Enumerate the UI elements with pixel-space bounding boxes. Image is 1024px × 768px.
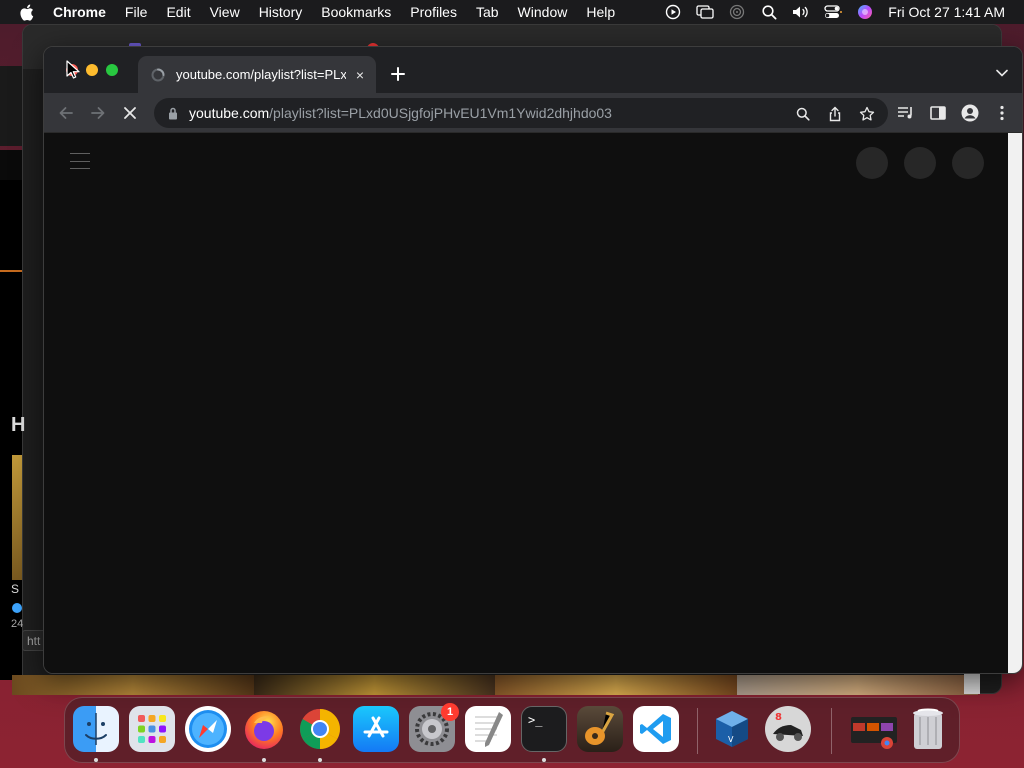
tab-strip: youtube.com/playlist?list=PLxd0USjgfojPH… — [44, 47, 1022, 93]
page-scrollbar[interactable] — [1008, 133, 1022, 673]
hamburger-line — [70, 168, 90, 169]
share-icon[interactable] — [826, 105, 844, 123]
garageband-icon[interactable] — [577, 706, 623, 752]
background-progress-line — [0, 270, 22, 272]
menu-app-name[interactable]: Chrome — [53, 0, 106, 24]
address-bar-url[interactable]: youtube.com/playlist?list=PLxd0USjgfojPH… — [189, 105, 612, 121]
menu-tab[interactable]: Tab — [476, 0, 499, 24]
new-tab-button[interactable] — [386, 62, 410, 86]
control-center-icon[interactable] — [824, 4, 843, 20]
dock-divider — [831, 708, 832, 754]
window-minimize-button[interactable] — [86, 64, 98, 76]
textedit-icon[interactable] — [465, 706, 511, 752]
dock: 1 >_ V 8 — [64, 697, 960, 763]
window-maximize-button[interactable] — [106, 64, 118, 76]
menu-history[interactable]: History — [259, 0, 303, 24]
apple-menu-icon[interactable] — [16, 0, 36, 24]
forward-button[interactable] — [86, 101, 110, 125]
toolbar: youtube.com/playlist?list=PLxd0USjgfojPH… — [44, 93, 1022, 133]
guide-menu-icon[interactable] — [70, 153, 90, 169]
page-content[interactable] — [44, 133, 1010, 673]
mouse-cursor-icon — [66, 60, 80, 80]
chrome-icon[interactable] — [297, 706, 343, 752]
skeleton-button-placeholder — [904, 147, 936, 179]
hamburger-line — [70, 160, 90, 162]
menu-profiles[interactable]: Profiles — [410, 0, 457, 24]
profile-avatar-icon[interactable] — [958, 101, 982, 125]
running-indicator — [94, 758, 98, 762]
background-thumbnail — [736, 675, 978, 695]
menu-edit[interactable]: Edit — [166, 0, 190, 24]
screens-icon[interactable] — [696, 4, 714, 20]
bookmark-star-icon[interactable] — [858, 105, 876, 123]
search-icon[interactable] — [794, 105, 812, 123]
tab-youtube-playlist[interactable]: youtube.com/playlist?list=PLxd0USjgfojPH… — [138, 56, 376, 93]
address-bar[interactable]: youtube.com/playlist?list=PLxd0USjgfojPH… — [154, 98, 888, 128]
menu-bookmarks[interactable]: Bookmarks — [321, 0, 391, 24]
trash-icon[interactable] — [905, 706, 951, 752]
search-icon[interactable] — [760, 4, 778, 20]
menubar-clock[interactable]: Fri Oct 27 1:41 AM — [888, 4, 1005, 20]
background-scrollbar — [964, 672, 980, 694]
menu-view[interactable]: View — [210, 0, 240, 24]
hamburger-line — [70, 153, 90, 154]
menu-window[interactable]: Window — [518, 0, 568, 24]
loading-spinner-icon — [150, 67, 166, 83]
stop-loading-button[interactable] — [118, 101, 142, 125]
vscode-icon[interactable] — [633, 706, 679, 752]
menubar: Chrome File Edit View History Bookmarks … — [0, 0, 1024, 24]
svg-text:8: 8 — [775, 712, 782, 723]
media-controls-icon[interactable] — [894, 101, 918, 125]
racing-game-icon[interactable]: 8 — [765, 706, 811, 752]
background-title-fragment: S — [11, 582, 20, 596]
background-thumbnail-fragment — [12, 455, 22, 580]
airdrop-icon[interactable] — [728, 4, 746, 20]
background-thumbnail — [495, 675, 737, 695]
app-store-icon[interactable] — [353, 706, 399, 752]
finder-icon[interactable] — [73, 706, 119, 752]
background-thumbnail — [253, 675, 495, 695]
running-indicator — [318, 758, 322, 762]
safari-icon[interactable] — [185, 706, 231, 752]
terminal-icon[interactable]: >_ — [521, 706, 567, 752]
background-window-edge — [0, 150, 22, 180]
virtualbox-icon[interactable]: V — [709, 706, 755, 752]
menu-help[interactable]: Help — [586, 0, 615, 24]
running-indicator — [542, 758, 546, 762]
terminal-prompt: >_ — [528, 713, 543, 727]
skeleton-button-placeholder — [856, 147, 888, 179]
skeleton-avatar-placeholder — [952, 147, 984, 179]
chrome-window[interactable]: youtube.com/playlist?list=PLxd0USjgfojPH… — [43, 46, 1023, 674]
background-thumbnail-row — [12, 675, 978, 695]
svg-text:V: V — [728, 735, 734, 744]
more-menu-icon[interactable] — [990, 101, 1014, 125]
tab-title: youtube.com/playlist?list=PLxd0USjgfojPH… — [176, 67, 346, 82]
menu-file[interactable]: File — [125, 0, 148, 24]
url-path: /playlist?list=PLxd0USjgfojPHvEU1Vm1Ywid… — [269, 105, 612, 121]
screen-record-icon[interactable] — [664, 4, 682, 20]
background-window-edge — [0, 66, 22, 146]
siri-icon[interactable] — [856, 4, 874, 20]
running-indicator — [262, 758, 266, 762]
tab-search-chevron-icon[interactable] — [992, 63, 1012, 83]
side-panel-icon[interactable] — [926, 101, 950, 125]
background-meta-fragment: 24 — [11, 618, 24, 630]
verified-badge-icon — [12, 603, 22, 613]
background-heading-fragment: H — [11, 414, 26, 436]
tab-close-icon[interactable]: × — [352, 67, 368, 83]
volume-icon[interactable] — [792, 4, 810, 20]
notification-badge: 1 — [441, 703, 459, 721]
dock-divider — [697, 708, 698, 754]
firefox-icon[interactable] — [241, 706, 287, 752]
lock-icon[interactable] — [166, 106, 180, 120]
launchpad-icon[interactable] — [129, 706, 175, 752]
url-host: youtube.com — [189, 105, 270, 121]
minimized-window-preview[interactable] — [849, 706, 899, 752]
back-button[interactable] — [54, 101, 78, 125]
background-thumbnail — [12, 675, 254, 695]
